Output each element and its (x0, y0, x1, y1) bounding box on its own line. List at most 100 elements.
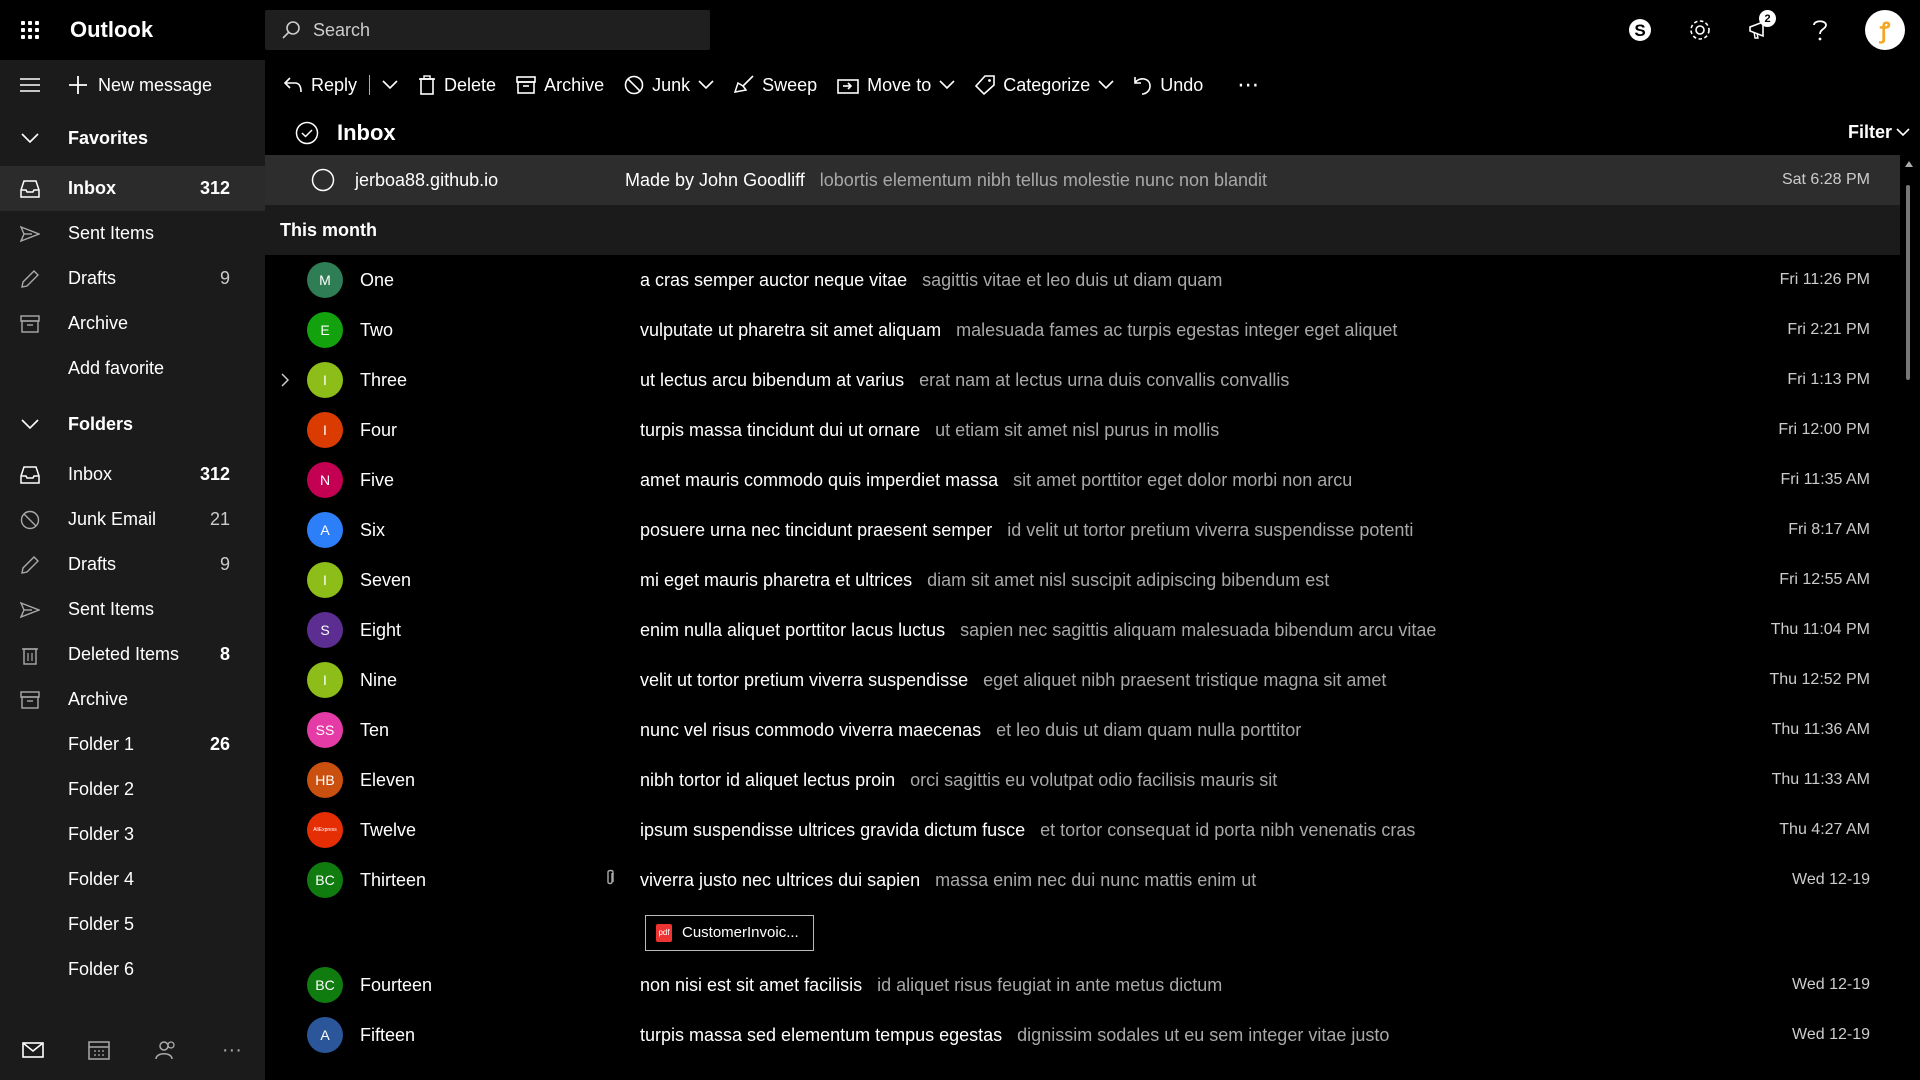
folders-header[interactable]: Folders (0, 396, 265, 452)
folders-item-count: 8 (219, 644, 230, 664)
message-row[interactable]: S Eight enim nulla aliquet porttitor lacus… (265, 605, 1900, 655)
message-row[interactable]: SS Ten nunc vel risus commodo viverra maec… (265, 705, 1900, 755)
message-row[interactable]: A Six posuere urna nec tincidunt praesent … (265, 505, 1900, 555)
message-sender: Fourteen (360, 974, 433, 995)
message-time: Fri 2:21 PM (1787, 321, 1870, 338)
expand-thread-button[interactable] (265, 373, 305, 387)
skype-button[interactable]: S (1610, 0, 1670, 60)
mail-module-button[interactable] (0, 1042, 66, 1058)
message-row[interactable]: E Two vulputate ut pharetra sit amet aliqu… (265, 305, 1900, 355)
message-row[interactable]: BC Thirteen viverra justo nec ultrices dui… (265, 855, 1900, 905)
favorites-item-sent-items[interactable]: Sent Items (0, 211, 265, 256)
folders-item-folder-1[interactable]: Folder 1 26 (0, 722, 265, 767)
search-box[interactable] (265, 10, 710, 50)
folders-item-archive[interactable]: Archive (0, 677, 265, 722)
folders-item-sent-items[interactable]: Sent Items (0, 587, 265, 632)
undo-button[interactable]: Undo (1124, 60, 1213, 110)
folders-item-folder-6[interactable]: Folder 6 (0, 947, 265, 992)
folders-item-folder-3[interactable]: Folder 3 (0, 812, 265, 857)
delete-button[interactable]: Delete (408, 60, 506, 110)
message-preview: orci sagittis eu volutpat odio facilisis… (910, 769, 1278, 790)
help-button[interactable] (1790, 0, 1850, 60)
message-time: Wed 12-19 (1792, 1026, 1870, 1043)
archive-icon (0, 314, 60, 333)
chevron-down-icon (21, 419, 39, 429)
favorites-item-archive[interactable]: Archive (0, 301, 265, 346)
collapse-button[interactable] (0, 77, 60, 93)
folders-item-label: Folder 3 (68, 824, 135, 844)
calendar-module-button[interactable] (66, 1040, 132, 1060)
folders-item-folder-2[interactable]: Folder 2 (0, 767, 265, 812)
message-preview: ut etiam sit amet nisl purus in mollis (935, 419, 1220, 440)
message-row[interactable]: N Five amet mauris commodo quis imperdiet … (265, 455, 1900, 505)
scrollbar-thumb[interactable] (1906, 185, 1910, 380)
favorites-item-inbox[interactable]: Inbox 312 (0, 166, 265, 211)
folders-item-deleted-items[interactable]: Deleted Items 8 (0, 632, 265, 677)
account-button[interactable]: ꝭ (1850, 0, 1920, 60)
message-row[interactable]: A Fifteen turpis massa sed elementum tempu… (265, 1010, 1900, 1060)
group-header-this-month[interactable]: This month (265, 205, 1900, 255)
folders-item-label: Sent Items (68, 599, 155, 619)
favorites-item-drafts[interactable]: Drafts 9 (0, 256, 265, 301)
more-modules-button[interactable]: ··· (199, 1039, 265, 1062)
message-row[interactable]: HB Eleven nibh tortor id aliquet lectus pr… (265, 755, 1900, 805)
pinned-message-row[interactable]: jerboa88.github.io Made by John Goodliff… (265, 155, 1900, 205)
trash-icon (0, 645, 60, 665)
more-actions-button[interactable]: ⋯ (1213, 60, 1269, 110)
folders-item-folder-4[interactable]: Folder 4 (0, 857, 265, 902)
app-launcher-button[interactable] (0, 0, 60, 60)
reply-button[interactable]: Reply (265, 60, 408, 110)
favorites-header[interactable]: Favorites (0, 110, 265, 166)
new-message-button[interactable]: New message (68, 75, 212, 96)
sweep-button[interactable]: Sweep (724, 60, 827, 110)
folders-item-folder-5[interactable]: Folder 5 (0, 902, 265, 947)
categorize-label: Categorize (1003, 74, 1091, 95)
archive-button[interactable]: Archive (506, 60, 614, 110)
chevron-down-icon[interactable] (382, 80, 398, 90)
message-row[interactable]: I Nine velit ut tortor pretium viverra sus… (265, 655, 1900, 705)
message-row[interactable]: I Three ut lectus arcu bibendum at varius e… (265, 355, 1900, 405)
sender-avatar-wrap: BC (305, 862, 345, 898)
folders-item-drafts[interactable]: Drafts 9 (0, 542, 265, 587)
app-name[interactable]: Outlook (70, 17, 265, 43)
favorites-item-label: Drafts (68, 268, 117, 288)
message-subject: nunc vel risus commodo viverra maecenas (640, 719, 982, 740)
hamburger-icon (20, 78, 40, 92)
delete-label: Delete (444, 74, 497, 95)
sweep-label: Sweep (762, 74, 818, 95)
scroll-up-arrow-icon[interactable] (1905, 161, 1913, 167)
message-subject: enim nulla aliquet porttitor lacus luctu… (640, 619, 946, 640)
message-list: Inbox Filter jerboa88.github.io Made by … (265, 110, 1920, 1080)
undo-label: Undo (1160, 74, 1204, 95)
categorize-button[interactable]: Categorize (965, 60, 1124, 110)
message-row[interactable]: AliExpress Twelve ipsum suspendisse ultric… (265, 805, 1900, 855)
message-subject: velit ut tortor pretium viverra suspendi… (640, 669, 969, 690)
archive-label: Archive (544, 74, 605, 95)
list-scrollbar[interactable] (1905, 155, 1913, 1080)
message-row[interactable]: I Four turpis massa tincidunt dui ut ornar… (265, 405, 1900, 455)
folders-item-junk-email[interactable]: Junk Email 21 (0, 497, 265, 542)
filter-button[interactable]: Filter (1848, 122, 1910, 143)
top-right-icons: S 2 ꝭ (1610, 0, 1920, 60)
notifications-button[interactable]: 2 (1730, 0, 1790, 60)
move-to-button[interactable]: Move to (827, 60, 965, 110)
row-select[interactable] (265, 168, 335, 192)
sender-avatar: A (307, 1017, 343, 1053)
favorites-item-add-favorite[interactable]: Add favorite (0, 346, 265, 391)
folders-item-inbox[interactable]: Inbox 312 (0, 452, 265, 497)
settings-button[interactable] (1670, 0, 1730, 60)
attachment-chip[interactable]: pdf CustomerInvoic... (645, 914, 814, 951)
sender-avatar-wrap: BC (305, 967, 345, 1003)
message-row[interactable]: BC Fourteen non nisi est sit amet facilisi… (265, 960, 1900, 1010)
junk-button[interactable]: Junk (614, 60, 724, 110)
message-time: Wed 12-19 (1792, 976, 1870, 993)
message-row[interactable]: I Seven mi eget mauris pharetra et ultrice… (265, 555, 1900, 605)
people-module-button[interactable] (133, 1040, 199, 1060)
pencil-icon (0, 555, 60, 574)
select-all-checkbox[interactable] (277, 121, 337, 145)
message-time: Thu 11:04 PM (1770, 621, 1870, 638)
sender-avatar: N (307, 462, 343, 498)
message-sender: Six (360, 519, 386, 540)
message-row[interactable]: M One a cras semper auctor neque vitae sagi… (265, 255, 1900, 305)
search-input[interactable] (313, 19, 693, 41)
